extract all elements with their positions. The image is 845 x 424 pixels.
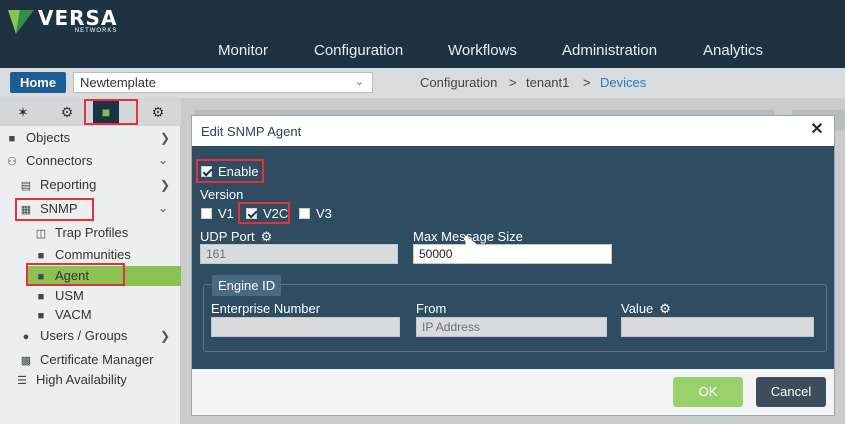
max-message-size-field[interactable]: 50000 [413,244,612,264]
ok-button[interactable]: OK [673,377,743,407]
from-label: From [416,301,447,316]
udp-port-label: UDP Port ⚙ [200,229,273,245]
connectors-icon: ⚇ [7,156,17,168]
dialog-title: Edit SNMP Agent [201,124,302,139]
cube-icon: ■ [37,291,45,303]
nav-monitor[interactable]: Monitor [218,42,268,62]
versa-logo[interactable]: VERSA NETWORKS [6,6,117,36]
sidebar-item-connectors[interactable]: ⚇ Connectors [4,151,92,171]
sidebar-item-usm[interactable]: ■ USM [33,286,84,306]
context-bar: Home Newtemplate ⌄ Configuration > tenan… [0,68,845,98]
breadcrumb-separator: > [509,75,517,90]
gear-icon[interactable]: ⚙ [54,100,80,124]
cancel-button[interactable]: Cancel [756,377,826,407]
chevron-right-icon[interactable]: ❯ [160,131,170,145]
nav-administration[interactable]: Administration [562,42,657,62]
brand-name: VERSA [38,6,118,30]
breadcrumb-devices[interactable]: Devices [600,75,646,90]
gear-icon[interactable]: ⚙ [261,229,273,245]
template-select[interactable]: Newtemplate ⌄ [73,72,373,93]
chart-icon: ▤ [20,180,32,192]
enterprise-number-field[interactable] [211,317,400,337]
value-label: Value ⚙ [621,301,671,317]
network-icon[interactable]: ✶ [10,100,36,124]
version-v1-box[interactable] [201,208,212,219]
value-field[interactable] [621,317,814,337]
engine-id-tab: Engine ID [212,275,282,296]
users-icon: ● [22,331,30,343]
sidebar-item-users-groups[interactable]: ● Users / Groups [18,326,128,346]
trap-icon: ◫ [35,228,47,240]
sidebar-item-high-availability[interactable]: ☰ High Availability [14,370,127,390]
chevron-down-icon[interactable]: ⌄ [158,153,168,167]
udp-port-field[interactable]: 161 [200,244,398,264]
sidebar-item-reporting[interactable]: ▤ Reporting [18,175,97,195]
cube-icon: ■ [37,310,45,322]
sidebar-item-communities[interactable]: ■ Communities [33,245,131,265]
certificate-icon: ▩ [20,355,32,367]
highlight-box [196,159,264,183]
sidebar-item-certificate-manager[interactable]: ▩ Certificate Manager [18,350,154,370]
nav-analytics[interactable]: Analytics [703,42,763,62]
nav-workflows[interactable]: Workflows [448,42,517,62]
settings-group-icon[interactable]: ⚙ [145,100,171,124]
nav-configuration[interactable]: Configuration [314,42,403,62]
ha-icon: ☰ [17,375,27,387]
chevron-down-icon: ⌄ [354,76,364,88]
template-select-value: Newtemplate [80,75,156,90]
breadcrumb-configuration[interactable]: Configuration [420,75,497,90]
from-field[interactable]: IP Address [416,317,607,337]
sidebar-item-trap-profiles[interactable]: ◫ Trap Profiles [33,223,128,243]
home-button[interactable]: Home [10,72,66,93]
highlight-box [238,202,290,224]
highlight-box [15,198,94,221]
version-v3-checkbox[interactable]: V3 [299,206,332,221]
edit-snmp-agent-dialog: Edit SNMP Agent ✕ Enable Version V1 V2C … [191,115,835,416]
dialog-header: Edit SNMP Agent ✕ [192,116,834,146]
left-panel: ✶ ⚙ ■ ⚙ ■ Objects ❯ ⚇ Connectors ⌄ ▤ Report… [0,98,181,424]
sidebar-item-objects[interactable]: ■ Objects [4,128,70,148]
enterprise-number-label: Enterprise Number [211,301,321,316]
chevron-right-icon[interactable]: ❯ [160,178,170,192]
version-label: Version [200,187,244,202]
sidebar-item-vacm[interactable]: ■ VACM [33,305,92,325]
highlight-box [26,263,125,286]
breadcrumb-separator: > [583,75,591,90]
close-icon[interactable]: ✕ [807,120,827,140]
version-v1-checkbox[interactable]: V1 [201,206,234,221]
cube-icon: ■ [8,133,16,145]
top-header: VERSA NETWORKS Monitor Configuration Wor… [0,0,845,68]
breadcrumb-tenant[interactable]: tenant1 [526,75,569,90]
gear-icon[interactable]: ⚙ [659,301,671,317]
chevron-right-icon[interactable]: ❯ [160,329,170,343]
version-v3-box[interactable] [299,208,310,219]
versa-logo-icon [8,10,34,34]
chevron-down-icon[interactable]: ⌄ [158,201,168,215]
highlight-box [84,99,138,125]
